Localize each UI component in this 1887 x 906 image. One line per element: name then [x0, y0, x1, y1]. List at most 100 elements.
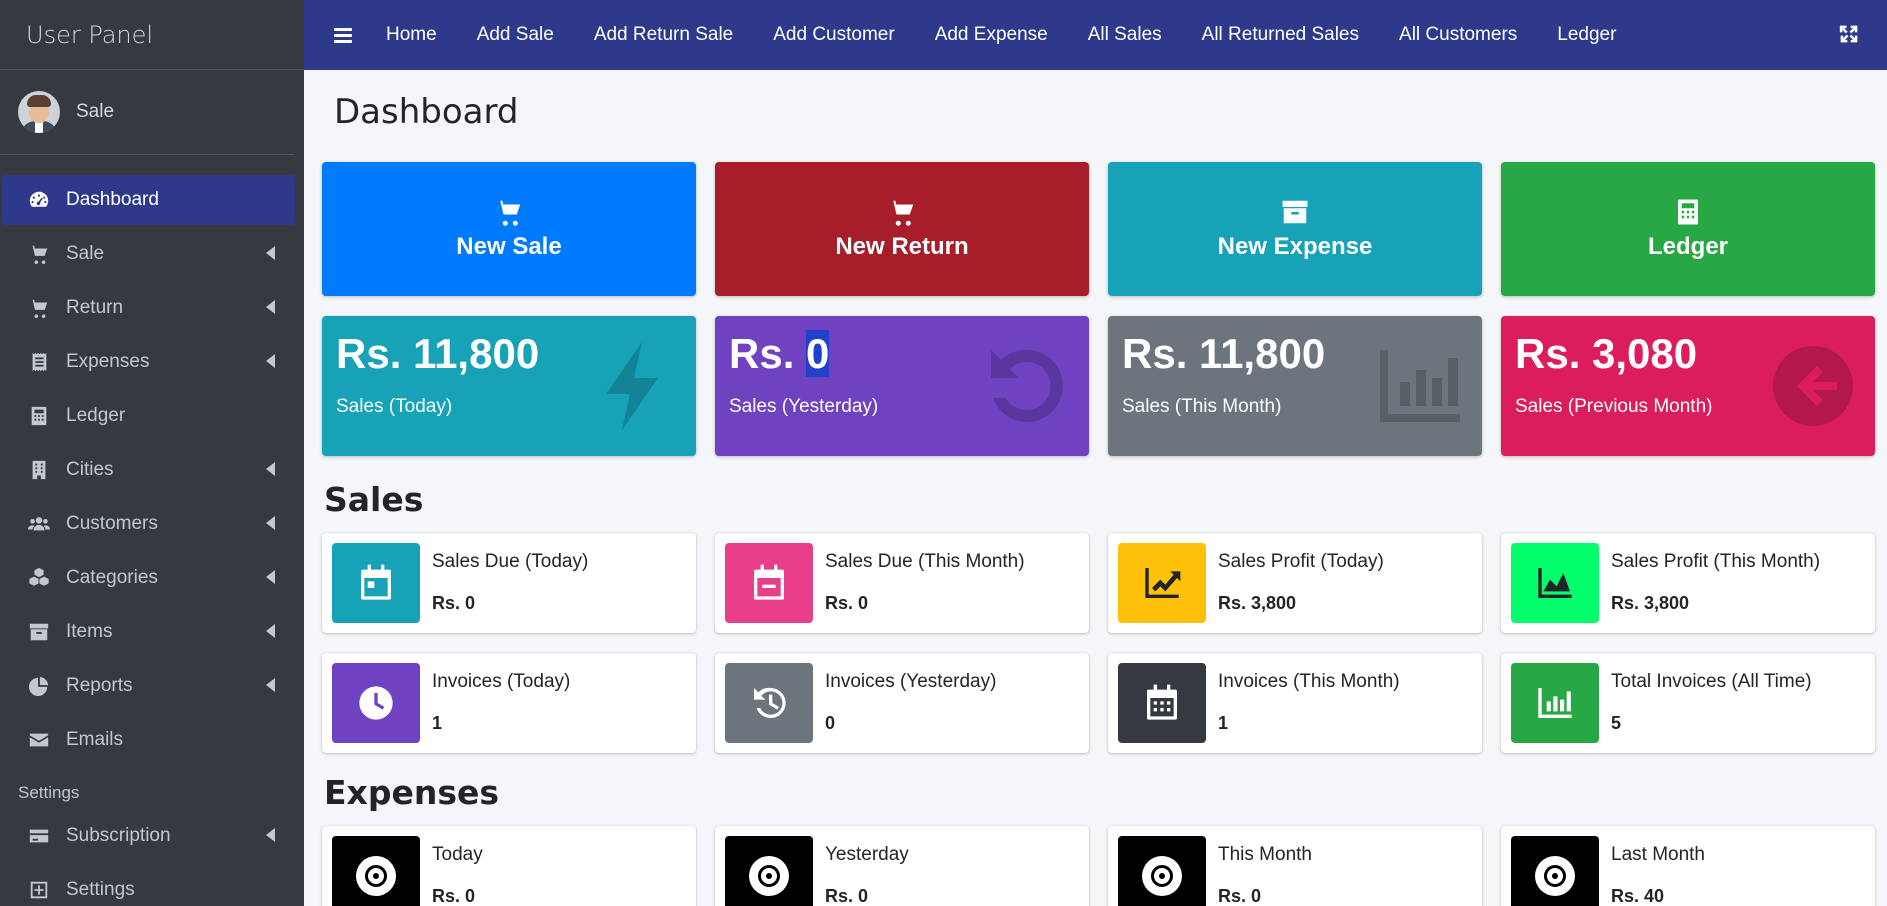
info-label: Total Invoices (All Time): [1611, 671, 1812, 692]
nav-link-add-sale[interactable]: Add Sale: [477, 24, 554, 46]
envelope-icon: [26, 727, 52, 753]
sidebar-item-label: Customers: [66, 513, 158, 534]
expenses-section-title: Expenses: [324, 773, 499, 812]
avatar: [18, 91, 60, 133]
info-sales-due-today[interactable]: Sales Due (Today) Rs. 0: [322, 533, 696, 633]
info-expenses-this-month[interactable]: This Month Rs. 0: [1108, 826, 1482, 906]
sidebar-item-categories[interactable]: Categories: [2, 553, 295, 603]
sidebar-item-expenses[interactable]: Expenses: [2, 337, 295, 387]
stat-sales-yesterday[interactable]: Rs. 0 Sales (Yesterday): [715, 316, 1089, 456]
chevron-left-icon: [266, 300, 275, 314]
menu-toggle-icon[interactable]: [334, 25, 352, 46]
sidebar-item-label: Sale: [66, 243, 105, 264]
stat-sales-today[interactable]: Rs. 11,800 Sales (Today): [322, 316, 696, 456]
area-chart-icon: [1511, 543, 1599, 623]
sidebar-item-subscription[interactable]: Subscription: [2, 811, 295, 861]
history-icon: [725, 663, 813, 743]
sidebar-item-label: Categories: [66, 567, 158, 588]
nav-link-all-returned-sales[interactable]: All Returned Sales: [1202, 24, 1359, 46]
nav-link-ledger[interactable]: Ledger: [1557, 24, 1616, 46]
sidebar-item-ledger[interactable]: Ledger: [2, 391, 295, 441]
stat-value: Rs. 3,080: [1515, 330, 1698, 377]
info-sales-profit-this-month[interactable]: Sales Profit (This Month) Rs. 3,800: [1501, 533, 1875, 633]
new-sale-button[interactable]: New Sale: [322, 162, 696, 296]
page-title: Dashboard: [334, 92, 519, 132]
info-value: Rs. 0: [825, 886, 869, 906]
info-invoices-yesterday[interactable]: Invoices (Yesterday) 0: [715, 653, 1089, 753]
archive-icon: [26, 619, 52, 645]
info-value: Rs. 0: [432, 886, 476, 906]
action-label: Ledger: [1647, 233, 1728, 260]
cubes-icon: [26, 565, 52, 591]
info-sales-due-this-month[interactable]: Sales Due (This Month) Rs. 0: [715, 533, 1089, 633]
sidebar-item-label: Emails: [66, 729, 124, 750]
info-value: 5: [1611, 713, 1622, 733]
info-expenses-last-month[interactable]: Last Month Rs. 40: [1501, 826, 1875, 906]
line-chart-icon: [1118, 543, 1206, 623]
chevron-left-icon: [266, 678, 275, 692]
nav-link-home[interactable]: Home: [386, 24, 437, 46]
info-label: This Month: [1218, 844, 1312, 865]
sidebar-item-settings[interactable]: Settings: [2, 865, 295, 906]
sidebar-item-return[interactable]: Return: [2, 283, 295, 333]
info-value: Rs. 0: [1218, 886, 1262, 906]
sidebar-item-label: Return: [66, 297, 124, 318]
brand-title[interactable]: User Panel: [0, 0, 304, 70]
stat-caption: Sales (This Month): [1122, 396, 1282, 417]
settings-header: Settings: [18, 783, 80, 802]
building-icon: [26, 457, 52, 483]
bar-chart-icon: [1511, 663, 1599, 743]
sales-section-title: Sales: [324, 480, 424, 519]
ledger-button[interactable]: Ledger: [1501, 162, 1875, 296]
pie-chart-icon: [26, 673, 52, 699]
action-label: New Expense: [1217, 233, 1373, 260]
sidebar-item-label: Settings: [66, 879, 135, 900]
sidebar-item-label: Dashboard: [66, 189, 159, 210]
sidebar-item-reports[interactable]: Reports: [2, 661, 295, 711]
info-label: Last Month: [1611, 844, 1705, 865]
info-expenses-yesterday[interactable]: Yesterday Rs. 0: [715, 826, 1089, 906]
dot-circle-icon: [1118, 836, 1206, 906]
arrow-circle-left-icon: [1765, 338, 1861, 434]
nav-link-add-customer[interactable]: Add Customer: [773, 24, 894, 46]
stat-sales-this-month[interactable]: Rs. 11,800 Sales (This Month): [1108, 316, 1482, 456]
stat-value: Rs. 11,800: [336, 330, 540, 377]
clock-icon: [332, 663, 420, 743]
fullscreen-expand-icon[interactable]: [1839, 24, 1859, 44]
calendar-icon: [332, 543, 420, 623]
info-invoices-this-month[interactable]: Invoices (This Month) 1: [1108, 653, 1482, 753]
dot-circle-icon: [725, 836, 813, 906]
sidebar: User Panel Sale Dashboard Sale Return Ex…: [0, 0, 304, 906]
sidebar-item-sale[interactable]: Sale: [2, 229, 295, 279]
user-panel[interactable]: Sale: [0, 70, 294, 155]
stat-value: Rs. 11,800: [1122, 330, 1326, 377]
sidebar-item-customers[interactable]: Customers: [2, 499, 295, 549]
sidebar-item-emails[interactable]: Emails: [2, 715, 295, 765]
user-name[interactable]: Sale: [76, 101, 114, 123]
users-icon: [26, 511, 52, 537]
topbar: Home Add Sale Add Return Sale Add Custom…: [304, 0, 1887, 70]
main-content: Dashboard New Sale New Return New Expens…: [304, 70, 1887, 906]
sidebar-item-items[interactable]: Items: [2, 607, 295, 657]
info-value: Rs. 0: [825, 593, 869, 613]
stat-sales-previous-month[interactable]: Rs. 3,080 Sales (Previous Month): [1501, 316, 1875, 456]
nav-link-add-expense[interactable]: Add Expense: [935, 24, 1048, 46]
new-return-button[interactable]: New Return: [715, 162, 1089, 296]
chevron-left-icon: [266, 624, 275, 638]
sidebar-item-dashboard[interactable]: Dashboard: [2, 175, 295, 225]
info-sales-profit-today[interactable]: Sales Profit (Today) Rs. 3,800: [1108, 533, 1482, 633]
info-label: Invoices (This Month): [1218, 671, 1400, 692]
nav-link-all-customers[interactable]: All Customers: [1399, 24, 1517, 46]
info-invoices-today[interactable]: Invoices (Today) 1: [322, 653, 696, 753]
nav-link-add-return-sale[interactable]: Add Return Sale: [594, 24, 733, 46]
sidebar-item-label: Expenses: [66, 351, 150, 372]
new-expense-button[interactable]: New Expense: [1108, 162, 1482, 296]
dot-circle-icon: [1511, 836, 1599, 906]
nav-link-all-sales[interactable]: All Sales: [1088, 24, 1162, 46]
info-expenses-today[interactable]: Today Rs. 0: [322, 826, 696, 906]
info-label: Sales Profit (This Month): [1611, 551, 1821, 572]
info-total-invoices[interactable]: Total Invoices (All Time) 5: [1501, 653, 1875, 753]
action-label: New Return: [835, 233, 969, 260]
sidebar-item-cities[interactable]: Cities: [2, 445, 295, 495]
info-value: Rs. 0: [432, 593, 476, 613]
